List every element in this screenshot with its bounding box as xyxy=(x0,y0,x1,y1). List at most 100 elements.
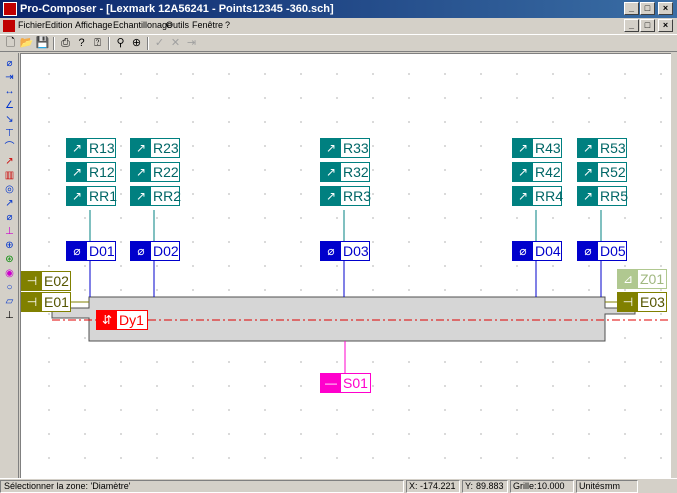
menu-affichage[interactable]: Affichage xyxy=(75,20,112,30)
radius-label-r53[interactable]: ↗ R53 xyxy=(577,138,627,158)
end-face-icon: ⊣ xyxy=(618,293,638,311)
radius-icon: ↗ xyxy=(578,163,598,181)
document-icon[interactable] xyxy=(3,20,15,32)
status-bar: Sélectionner la zone: 'Diamètre' X: -174… xyxy=(0,478,677,493)
y-value: 89.883 xyxy=(476,481,504,491)
reference-tool-icon[interactable]: ⊥ xyxy=(2,309,17,322)
radius-label-rr2[interactable]: ↗ RR2 xyxy=(130,186,181,206)
minimize-button[interactable]: _ xyxy=(624,2,639,15)
radius-tool-icon[interactable]: ↗ xyxy=(2,197,17,210)
distance-tool-icon[interactable]: ↔ xyxy=(2,85,17,98)
x-value: -174.221 xyxy=(420,481,456,491)
perpendicular-tool-icon[interactable]: ⊤ xyxy=(2,127,17,140)
end-label-e01[interactable]: ⊣ E01 xyxy=(21,292,71,312)
ellipse-tool-icon[interactable]: ○ xyxy=(2,281,17,294)
radius-icon: ↗ xyxy=(131,139,151,157)
radius-label-rr4[interactable]: ↗ RR4 xyxy=(512,186,563,206)
line-tool-icon[interactable]: ▱ xyxy=(2,295,17,308)
section-icon: — xyxy=(321,374,341,392)
radius-label-r13[interactable]: ↗ R13 xyxy=(66,138,116,158)
diameter-icon: ⌀ xyxy=(131,242,151,260)
menu-echantillonage[interactable]: Echantillonage xyxy=(113,20,172,30)
radius-label-r33[interactable]: ↗ R33 xyxy=(320,138,370,158)
menu-fichier[interactable]: Fichier xyxy=(18,20,45,30)
grid-label: Grille: xyxy=(513,481,537,491)
radius-icon: ↗ xyxy=(513,163,533,181)
close-button[interactable]: × xyxy=(658,2,673,15)
z-icon: ⊿ xyxy=(618,270,638,288)
toolbar: 🗋 📂 💾 ⎙ ? ⍰ ⚲ ⊕ ✓ ✕ ⇥ xyxy=(0,34,677,52)
cancel-icon[interactable]: ✕ xyxy=(168,36,183,51)
radius-label-r52[interactable]: ↗ R52 xyxy=(577,162,627,182)
surface-tool-icon[interactable]: ▥ xyxy=(2,169,17,182)
radius-label-rr3[interactable]: ↗ RR3 xyxy=(320,186,371,206)
menu-fenetre[interactable]: Fenêtre xyxy=(192,20,223,30)
arc-tool-icon[interactable]: ⌒ xyxy=(2,141,17,154)
end-label-z01[interactable]: ⊿ Z01 xyxy=(617,269,667,289)
end-label-e03[interactable]: ⊣ E03 xyxy=(617,292,667,312)
diameter-label-d04[interactable]: ⌀ D04 xyxy=(512,241,562,261)
menu-outils[interactable]: Outils xyxy=(166,20,189,30)
maximize-button[interactable]: □ xyxy=(640,2,655,15)
vertical-scrollbar[interactable] xyxy=(671,53,677,478)
check-icon[interactable]: ✓ xyxy=(152,36,167,51)
print-icon[interactable]: ⎙ xyxy=(58,36,73,51)
section-label-s01[interactable]: — S01 xyxy=(320,373,371,393)
radius-label-r23[interactable]: ↗ R23 xyxy=(130,138,180,158)
position-tool-icon[interactable]: ⇥ xyxy=(2,71,17,84)
runout-tool-icon[interactable]: ↗ xyxy=(2,155,17,168)
radius-label-r22[interactable]: ↗ R22 xyxy=(130,162,180,182)
radius-icon: ↗ xyxy=(578,139,598,157)
app-icon[interactable] xyxy=(3,2,17,16)
doc-minimize-button[interactable]: _ xyxy=(624,19,639,32)
menu-bar: Fichier Edition Affichage Echantillonage… xyxy=(0,18,677,34)
diameter-label-d01[interactable]: ⌀ D01 xyxy=(66,241,116,261)
menu-edition[interactable]: Edition xyxy=(45,20,73,30)
diameter-label-d03[interactable]: ⌀ D03 xyxy=(320,241,370,261)
angle-tool-icon[interactable]: ∠ xyxy=(2,99,17,112)
diameter-label-d05[interactable]: ⌀ D05 xyxy=(577,241,627,261)
title-bar: Pro-Composer - [Lexmark 12A56241 - Point… xyxy=(0,0,677,18)
end-face-icon: ⊣ xyxy=(22,272,42,290)
diameter-label-d02[interactable]: ⌀ D02 xyxy=(130,241,180,261)
center-tool-icon[interactable]: ⊕ xyxy=(2,239,17,252)
radius-icon: ↗ xyxy=(513,187,533,205)
toolbar-separator xyxy=(108,37,110,50)
menu-help[interactable]: ? xyxy=(225,20,230,30)
diameter-icon: ⌀ xyxy=(578,242,598,260)
radius-label-rr5[interactable]: ↗ RR5 xyxy=(577,186,628,206)
radius-label-rr1[interactable]: ↗ RR1 xyxy=(66,186,117,206)
doc-close-button[interactable]: × xyxy=(658,19,673,32)
toolbar-separator xyxy=(147,37,149,50)
window-title: Pro-Composer - [Lexmark 12A56241 - Point… xyxy=(20,3,334,15)
height-tool-icon[interactable]: ⊥ xyxy=(2,225,17,238)
units-label: Unités: xyxy=(579,481,608,491)
radius-label-r42[interactable]: ↗ R42 xyxy=(512,162,562,182)
tool-palette: ⌀ ⇥ ↔ ∠ ↘ ⊤ ⌒ ↗ ▥ ◎ ↗ ⌀ ⊥ ⊕ ⊛ ◉ ○ ▱ ⊥ xyxy=(0,53,19,478)
slope-tool-icon[interactable]: ↘ xyxy=(2,113,17,126)
diameter-tool-icon[interactable]: ⌀ xyxy=(2,211,17,224)
diameter-icon: ⌀ xyxy=(513,242,533,260)
circle-tool-icon[interactable]: ◎ xyxy=(2,183,17,196)
next-icon[interactable]: ⇥ xyxy=(184,36,199,51)
profile-tool-icon[interactable]: ◉ xyxy=(2,267,17,280)
radius-label-r43[interactable]: ↗ R43 xyxy=(512,138,562,158)
help-icon[interactable]: ? xyxy=(74,36,89,51)
diameter-tool-icon[interactable]: ⌀ xyxy=(2,57,17,70)
end-label-e02[interactable]: ⊣ E02 xyxy=(21,271,71,291)
zoom-in-icon[interactable]: ⊕ xyxy=(129,36,144,51)
grid-value: 10.000 xyxy=(537,481,565,491)
dynamic-label-dy1[interactable]: ⇵ Dy1 xyxy=(96,310,148,330)
radius-label-r32[interactable]: ↗ R32 xyxy=(320,162,370,182)
concentric-tool-icon[interactable]: ⊛ xyxy=(2,253,17,266)
save-icon[interactable]: 💾 xyxy=(35,36,50,51)
doc-restore-button[interactable]: □ xyxy=(640,19,655,32)
drawing-canvas[interactable]: ↗ R13 ↗ R12 ↗ RR1 ↗ R23 ↗ R22 ↗ RR2 ↗ R33 ↗ R32 … xyxy=(20,53,672,478)
radius-icon: ↗ xyxy=(131,163,151,181)
new-icon[interactable]: 🗋 xyxy=(3,36,18,51)
context-help-icon[interactable]: ⍰ xyxy=(90,36,105,51)
radius-icon: ↗ xyxy=(67,187,87,205)
zoom-icon[interactable]: ⚲ xyxy=(113,36,128,51)
open-icon[interactable]: 📂 xyxy=(19,36,34,51)
radius-label-r12[interactable]: ↗ R12 xyxy=(66,162,116,182)
